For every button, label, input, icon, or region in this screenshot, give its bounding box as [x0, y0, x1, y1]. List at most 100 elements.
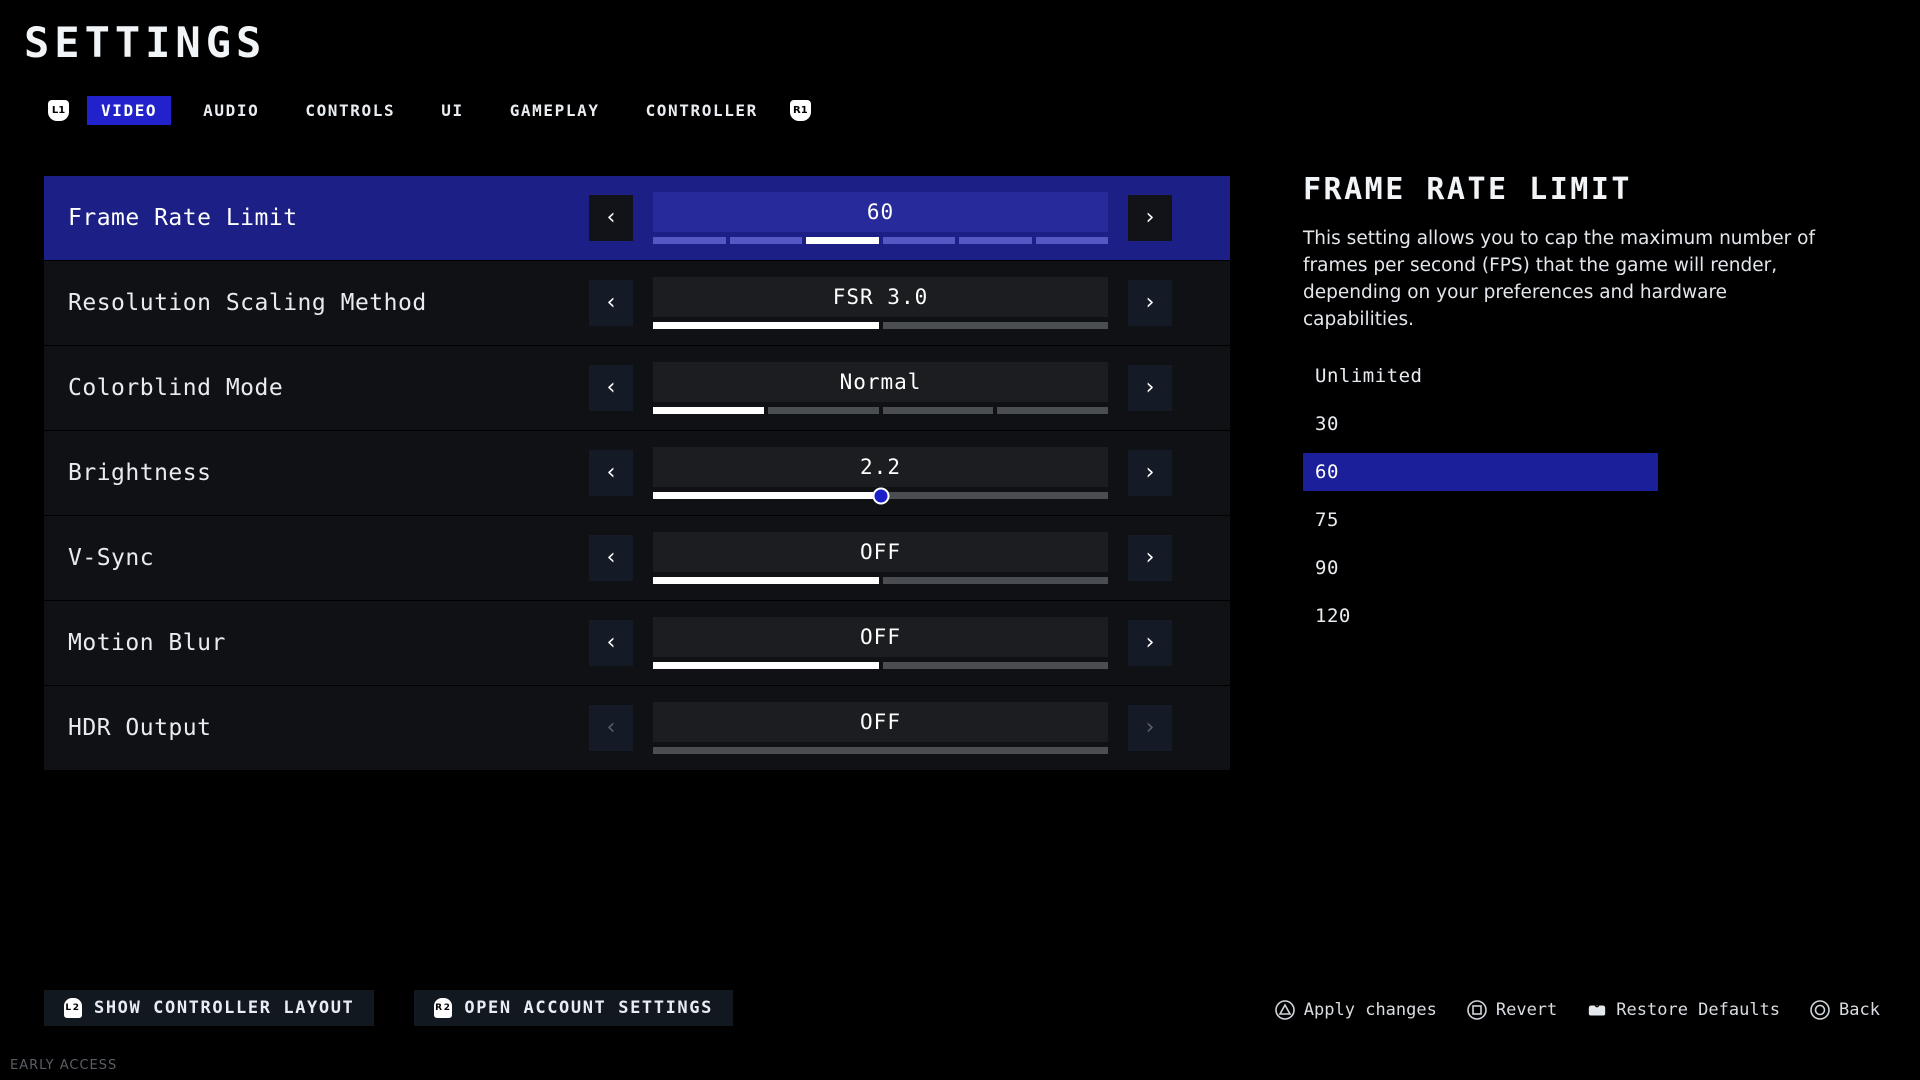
info-panel-description: This setting allows you to cap the maxim…: [1303, 228, 1815, 330]
tab-bar: L1 VIDEO AUDIO CONTROLS UI GAMEPLAY CONTROLLE…: [48, 95, 811, 125]
segment-tick: [882, 322, 1108, 329]
setting-label: Colorblind Mode: [68, 375, 284, 401]
slider-fill: [653, 492, 881, 499]
setting-value: 2.2: [653, 447, 1108, 487]
r2-trigger-icon: R2: [434, 998, 453, 1018]
info-panel: FRAME RATE LIMIT This setting allows you…: [1303, 172, 1883, 645]
chevron-left-icon[interactable]: ‹: [589, 280, 633, 326]
setting-value: OFF: [653, 702, 1108, 742]
chevron-right-icon[interactable]: ›: [1128, 705, 1172, 751]
setting-value: FSR 3.0: [653, 277, 1108, 317]
r1-bumper-icon[interactable]: R1: [789, 99, 811, 121]
setting-value-block: OFF: [653, 532, 1108, 584]
segment-tick: [882, 237, 955, 244]
segment-tick: [653, 237, 726, 244]
option-list: Unlimited 30 60 75 90 120: [1303, 357, 1658, 635]
setting-row[interactable]: Colorblind Mode ‹ Normal ›: [44, 346, 1230, 430]
setting-value-block: Normal: [653, 362, 1108, 414]
option-item[interactable]: 120: [1303, 597, 1658, 635]
segment-tick: [806, 237, 879, 244]
segment-tick: [882, 577, 1108, 584]
setting-label: Resolution Scaling Method: [68, 290, 427, 316]
option-item[interactable]: 30: [1303, 405, 1658, 443]
segment-tick: [653, 322, 879, 329]
option-item[interactable]: 75: [1303, 501, 1658, 539]
setting-value-block: 2.2: [653, 447, 1108, 504]
setting-row[interactable]: Brightness ‹ 2.2 ›: [44, 431, 1230, 515]
segment-tick: [653, 407, 764, 414]
chevron-left-icon[interactable]: ‹: [589, 535, 633, 581]
chevron-right-icon[interactable]: ›: [1128, 365, 1172, 411]
button-prompt[interactable]: Restore Defaults: [1587, 1000, 1780, 1020]
segment-track: [653, 662, 1108, 669]
action-button[interactable]: L2 SHOW CONTROLLER LAYOUT: [44, 990, 375, 1026]
chevron-right-icon[interactable]: ›: [1128, 450, 1172, 496]
button-prompt[interactable]: Back: [1810, 1000, 1880, 1020]
segment-tick: [653, 662, 879, 669]
settings-list: Frame Rate Limit ‹ 60 › Resolution Scaling M…: [44, 176, 1230, 771]
setting-row[interactable]: Frame Rate Limit ‹ 60 ›: [44, 176, 1230, 260]
setting-value: 60: [653, 192, 1108, 232]
action-button[interactable]: R2 OPEN ACCOUNT SETTINGS: [414, 990, 733, 1026]
l2-trigger-icon: L2: [64, 998, 82, 1018]
button-prompt-label: Revert: [1495, 1000, 1558, 1020]
segment-track: [653, 322, 1108, 329]
setting-value: OFF: [653, 617, 1108, 657]
slider-knob[interactable]: [872, 487, 889, 504]
segment-tick: [653, 577, 879, 584]
chevron-left-icon[interactable]: ‹: [589, 620, 633, 666]
l1-bumper-icon[interactable]: L1: [48, 99, 69, 121]
option-item[interactable]: Unlimited: [1303, 357, 1658, 395]
chevron-right-icon[interactable]: ›: [1128, 195, 1172, 241]
button-prompt[interactable]: Apply changes: [1274, 1000, 1437, 1020]
setting-value-block: FSR 3.0: [653, 277, 1108, 329]
tab-list: VIDEO AUDIO CONTROLS UI GAMEPLAY CONTROLLER: [87, 95, 772, 125]
action-button-label: OPEN ACCOUNT SETTINGS: [464, 998, 713, 1018]
button-prompt[interactable]: Revert: [1467, 1000, 1557, 1020]
action-button-label: SHOW CONTROLLER LAYOUT: [94, 998, 355, 1018]
chevron-left-icon[interactable]: ‹: [589, 365, 633, 411]
setting-value: Normal: [653, 362, 1108, 402]
tab-controls[interactable]: CONTROLS: [291, 96, 409, 125]
button-prompt-label: Back: [1839, 1000, 1880, 1020]
chevron-left-icon[interactable]: ‹: [589, 195, 633, 241]
chevron-left-icon[interactable]: ‹: [589, 705, 633, 751]
setting-value-block: OFF: [653, 702, 1108, 754]
touchpad-icon: [1587, 1000, 1607, 1020]
segment-tick: [767, 407, 879, 414]
segment-track: [653, 577, 1108, 584]
page-title: SETTINGS: [24, 18, 267, 67]
settings-screen: SETTINGS L1 VIDEO AUDIO CONTROLS UI GAMEPLAY…: [0, 0, 1920, 1080]
chevron-right-icon[interactable]: ›: [1128, 280, 1172, 326]
info-panel-title: FRAME RATE LIMIT: [1303, 172, 1632, 207]
segment-track: [653, 237, 1108, 244]
setting-row[interactable]: Motion Blur ‹ OFF ›: [44, 601, 1230, 685]
circle-icon: [1810, 1000, 1830, 1020]
slider-track[interactable]: [653, 487, 1108, 504]
chevron-right-icon[interactable]: ›: [1128, 620, 1172, 666]
segment-tick: [997, 407, 1108, 414]
tab-video[interactable]: VIDEO: [87, 95, 172, 125]
segment-tick: [959, 237, 1032, 244]
triangle-icon: [1274, 1000, 1295, 1020]
option-item[interactable]: 60: [1303, 453, 1658, 491]
bottom-action-buttons: L2 SHOW CONTROLLER LAYOUT R2 OPEN ACCOUNT S…: [44, 990, 733, 1026]
setting-value: OFF: [653, 532, 1108, 572]
button-prompt-label: Apply changes: [1303, 1000, 1437, 1020]
setting-value-block: OFF: [653, 617, 1108, 669]
option-item[interactable]: 90: [1303, 549, 1658, 587]
chevron-right-icon[interactable]: ›: [1128, 535, 1172, 581]
early-access-note: EARLY ACCESS: [10, 1058, 118, 1073]
button-prompt-bar: Apply changes Revert Restore Defaults Back: [1274, 1000, 1880, 1020]
setting-row[interactable]: V-Sync ‹ OFF ›: [44, 516, 1230, 600]
setting-row[interactable]: HDR Output ‹ OFF ›: [44, 686, 1230, 770]
button-prompt-label: Restore Defaults: [1616, 1000, 1781, 1020]
tab-ui[interactable]: UI: [427, 96, 477, 125]
setting-label: Frame Rate Limit: [68, 205, 298, 231]
tab-audio[interactable]: AUDIO: [189, 96, 273, 125]
tab-gameplay[interactable]: GAMEPLAY: [496, 96, 614, 125]
setting-row[interactable]: Resolution Scaling Method ‹ FSR 3.0 ›: [44, 261, 1230, 345]
setting-label: V-Sync: [68, 545, 155, 571]
tab-controller[interactable]: CONTROLLER: [632, 96, 772, 125]
chevron-left-icon[interactable]: ‹: [589, 450, 633, 496]
